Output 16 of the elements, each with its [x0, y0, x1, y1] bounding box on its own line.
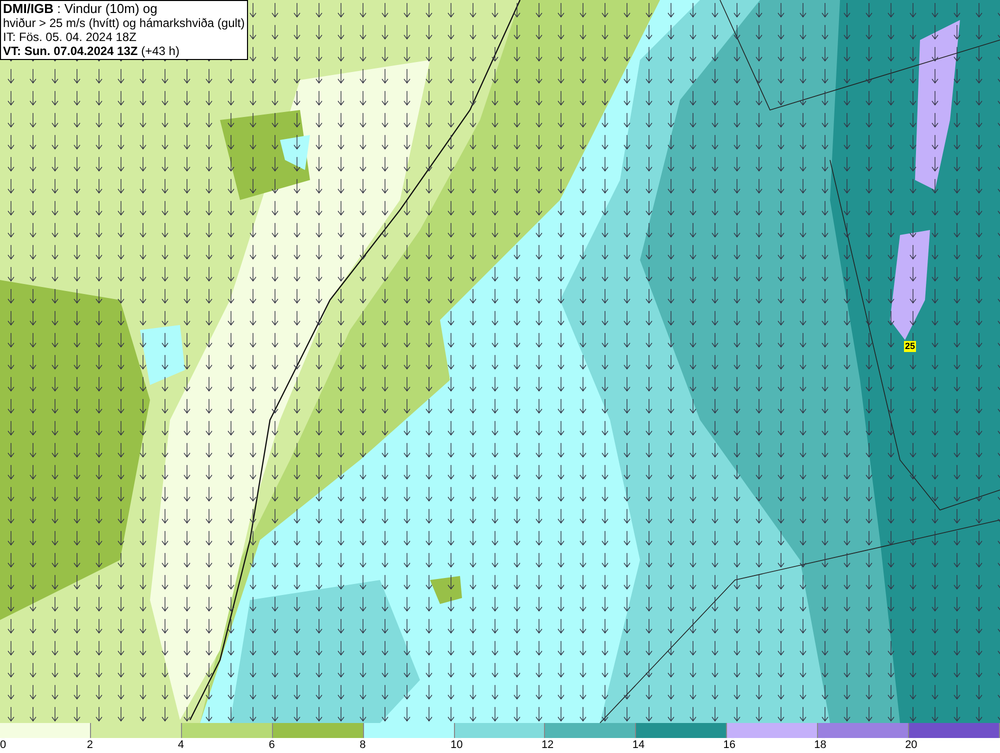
- legend-tick-label: 10: [450, 738, 463, 752]
- legend-tick-label: 2: [86, 738, 94, 752]
- title-line: VT: Sun. 07.04.2024 13Z (+43 h): [3, 44, 180, 58]
- legend-tick-label: 20: [905, 738, 918, 752]
- title-line: DMI/IGB : Vindur (10m) og: [3, 2, 158, 16]
- title-line: hviður > 25 m/s (hvítt) og hámarkshviða (gult): [3, 16, 245, 30]
- legend-tick-label: 4: [178, 738, 184, 752]
- legend-tick-label: 8: [360, 738, 366, 752]
- title-line: IT: Fös. 05. 04. 2024 18Z: [3, 30, 138, 44]
- legend-tick-label: 16: [723, 738, 736, 752]
- legend-tick-label: 18: [814, 738, 826, 752]
- legend-tick-label: 6: [268, 738, 275, 752]
- gust-label: 25: [904, 341, 916, 352]
- legend-tick-label: 12: [541, 738, 554, 752]
- legend-tick-label: 14: [632, 738, 645, 752]
- legend-tick-label: 0: [0, 738, 6, 752]
